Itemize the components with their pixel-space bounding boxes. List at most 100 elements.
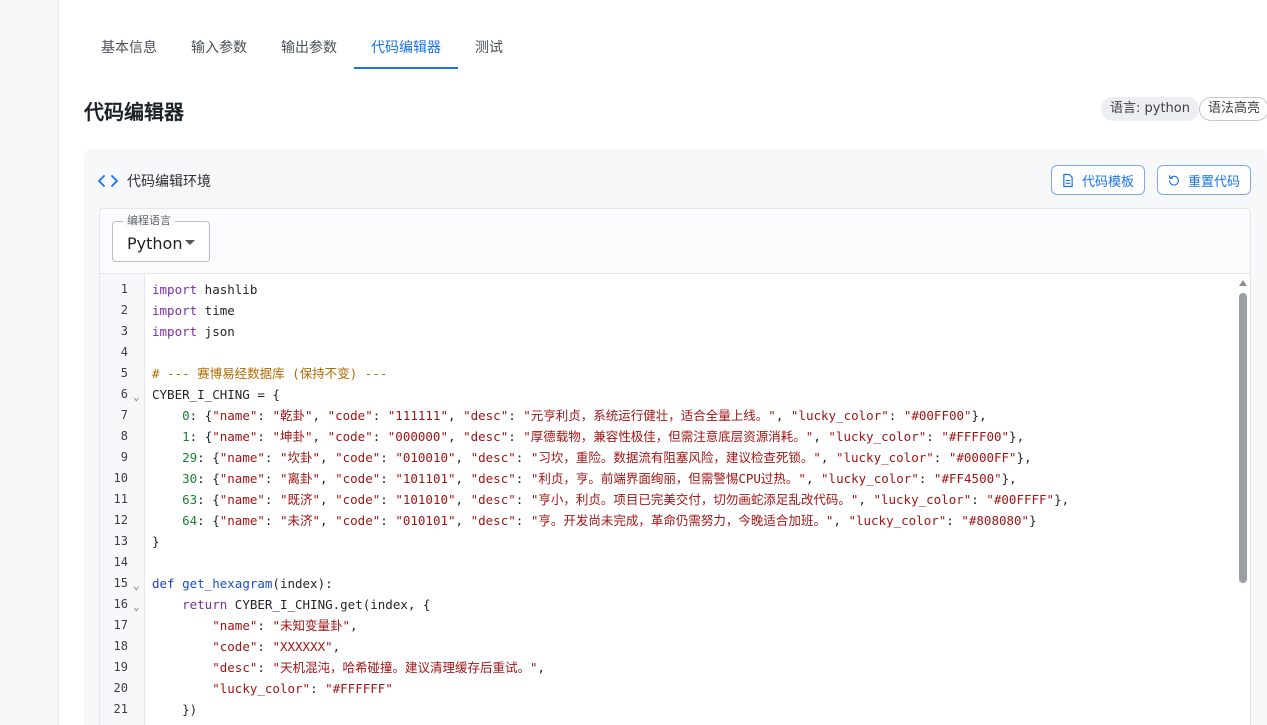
line-number: 2 [120,303,128,317]
code-line[interactable]: 5 # --- 赛博易经数据库 (保持不变) --- [100,363,1230,384]
code-token: "desc" [463,429,509,444]
code-token: "未济" [279,513,321,528]
code-token: "desc" [212,660,258,675]
code-token: "#00FF00" [903,408,972,423]
code-token: , [455,513,471,528]
line-number: 12 [113,513,128,527]
code-text: 1: {"name": "坤卦", "code": "000000", "des… [152,426,1024,447]
code-line[interactable]: 15 ⌄ def get_hexagram(index): [100,573,1230,594]
code-token: , [820,450,836,465]
code-token: : [888,408,904,423]
code-editor[interactable]: 1 import hashlib 2 import time 3 import json 4… [100,273,1250,725]
tab-basic-info[interactable]: 基本信息 [84,24,174,69]
code-token: "亨小，利贞。项目已完美交付，切勿画蛇添足乱改代码。" [530,492,859,507]
code-line[interactable]: 9 29: {"name": "坎卦", "code": "010010", "… [100,447,1230,468]
code-token: "离卦" [279,471,321,486]
code-token: "#00FFFF" [986,492,1055,507]
syntax-highlight-chip[interactable]: 语法高亮 [1199,97,1267,121]
code-token: 30 [182,471,198,486]
code-token: # --- 赛博易经数据库 (保持不变) --- [152,366,388,381]
code-token: CYBER_I_CHING.get(index, { [227,597,431,612]
code-token: : [515,471,531,486]
vertical-scrollbar[interactable] [1236,274,1250,725]
code-line[interactable]: 2 import time [100,300,1230,321]
code-line[interactable]: 10 30: {"name": "离卦", "code": "101101", … [100,468,1230,489]
code-token: , [320,471,336,486]
card-header: 代码编辑环境 [98,171,211,191]
code-token: : [310,681,326,696]
code-line[interactable]: 3 import json [100,321,1230,342]
line-number: 14 [113,555,128,569]
reset-code-button[interactable]: 重置代码 [1157,165,1251,195]
code-line[interactable]: 6 ⌄ CYBER_I_CHING = { [100,384,1230,405]
code-token: , [813,429,829,444]
code-line[interactable]: 21 }) [100,699,1230,720]
code-text: 64: {"name": "未济", "code": "010101", "de… [152,510,1037,531]
code-token: "lucky_color" [848,513,947,528]
code-text: "name": "未知变量卦", [152,615,357,636]
code-text: 30: {"name": "离卦", "code": "101101", "de… [152,468,1017,489]
code-token: "name" [212,618,258,633]
document-icon [1063,173,1073,187]
code-line[interactable]: 20 "lucky_color": "#FFFFFF" [100,678,1230,699]
language-select[interactable]: 编程语言 Python [112,214,210,262]
code-token: }, [1054,492,1070,507]
code-token: , [833,513,849,528]
code-token: "000000" [387,429,448,444]
code-template-button[interactable]: 代码模板 [1051,165,1145,195]
scroll-up-arrow-icon[interactable] [1239,280,1247,286]
fold-chevron-icon[interactable]: ⌄ [133,575,140,596]
code-token: : [508,429,524,444]
code-token: 63 [182,492,198,507]
code-line[interactable]: 4 [100,342,1230,363]
code-token: "坎卦" [279,450,321,465]
code-text: def get_hexagram(index): [152,573,333,594]
code-line[interactable]: 8 1: {"name": "坤卦", "code": "000000", "d… [100,426,1230,447]
left-sidebar [0,0,59,725]
tab-output-params[interactable]: 输出参数 [264,24,354,69]
code-token: import [152,324,198,339]
code-line[interactable]: 18 "code": "XXXXXX", [100,636,1230,657]
code-line[interactable]: 11 63: {"name": "既济", "code": "101010", … [100,489,1230,510]
code-line[interactable]: 14 [100,552,1230,573]
code-token: : [264,492,280,507]
tab-test[interactable]: 测试 [458,24,520,69]
code-token: "lucky_color" [790,408,889,423]
code-line[interactable]: 17 "name": "未知变量卦", [100,615,1230,636]
line-number: 8 [120,429,128,443]
code-line[interactable]: 12 64: {"name": "未济", "code": "010101", … [100,510,1230,531]
line-number: 11 [113,492,128,506]
code-token: : [372,429,388,444]
fold-chevron-icon[interactable]: ⌄ [133,596,140,617]
line-number: 20 [113,681,128,695]
code-line[interactable]: 1 import hashlib [100,279,1230,300]
fold-chevron-icon[interactable]: ⌄ [133,386,140,407]
code-line[interactable]: 7 0: {"name": "乾卦", "code": "111111", "d… [100,405,1230,426]
code-token: 29 [182,450,198,465]
reset-code-label: 重置代码 [1187,174,1240,190]
code-text: CYBER_I_CHING = { [152,384,280,405]
code-text: 0: {"name": "乾卦", "code": "111111", "des… [152,405,987,426]
code-token: : [515,450,531,465]
scrollbar-thumb[interactable] [1239,293,1247,583]
code-line[interactable]: 13} [100,531,1230,552]
code-token: "name" [219,513,265,528]
code-token: CYBER_I_CHING = { [152,387,280,402]
code-token: "天机混沌，哈希碰撞。建议清理缓存后重试。" [272,660,538,675]
code-token: , [455,492,471,507]
code-token: , [448,429,464,444]
code-token: "#0000FF" [948,450,1017,465]
tab-code-editor[interactable]: 代码编辑器 [354,24,458,69]
language-select-label: 编程语言 [123,214,175,228]
code-token: "code" [327,429,373,444]
code-line[interactable]: 16 ⌄ return CYBER_I_CHING.get(index, { [100,594,1230,615]
code-token: "lucky_color" [821,471,919,486]
tab-input-params[interactable]: 输入参数 [174,24,264,69]
code-token: "亨。开发尚未完成，革命仍需努力，今晚适合加班。" [530,513,834,528]
code-line[interactable]: 19 "desc": "天机混沌，哈希碰撞。建议清理缓存后重试。", [100,657,1230,678]
code-token: } [1029,513,1037,528]
